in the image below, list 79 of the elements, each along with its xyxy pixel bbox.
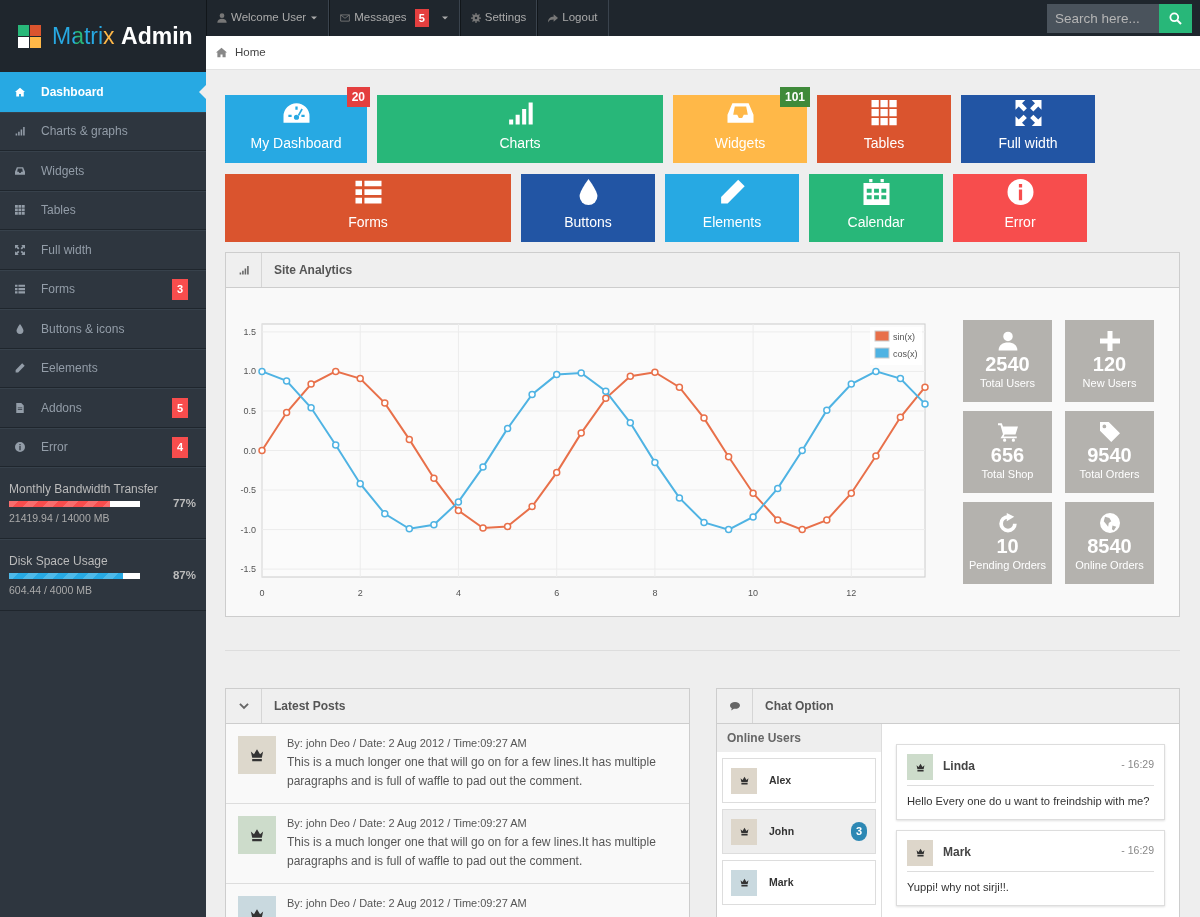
post-text: This is a much longer one that will go on for a few lines.It has multiple paragraphs and is full of waffle to pad out the comment. — [287, 834, 657, 870]
stat-label: New Users — [1082, 375, 1137, 391]
nav-tile[interactable]: Full width — [961, 95, 1095, 163]
tick-label: 1.5 — [243, 326, 256, 337]
legend-label: cos(x) — [893, 348, 918, 359]
notification-count: 3 — [850, 822, 867, 841]
sidebar-item[interactable]: Error 4 — [0, 427, 206, 467]
sidebar-item[interactable]: Addons 5 — [0, 388, 206, 428]
stat-value: 120 — [1092, 352, 1127, 375]
user-list-item[interactable]: Alex — [722, 758, 876, 803]
user-list-item[interactable]: John 3 — [722, 809, 876, 854]
stat-value: 8540 — [1087, 534, 1132, 557]
stat-value: 656 — [990, 443, 1025, 466]
sidebar-item[interactable]: Eelements — [0, 348, 206, 388]
notification-count: 4 — [171, 437, 188, 458]
meter-percent: 77% — [172, 495, 196, 511]
tick-label: 8 — [652, 588, 658, 598]
message-text: Hello Every one do u want to freindship with me? — [907, 794, 1151, 809]
notification-count: 101 — [779, 87, 810, 107]
nav-tile[interactable]: Forms — [225, 174, 511, 242]
post-text: This is a much longer one that will go on for a few lines.It has multiple paragraphs and is full of waffle to pad out the comment. — [287, 754, 657, 790]
tick-label: -1.5 — [240, 564, 256, 575]
nav-tile[interactable]: Charts — [377, 95, 663, 163]
tick-label: 0.5 — [243, 405, 256, 416]
stat-label: Online Orders — [1075, 557, 1144, 573]
search-field[interactable]: Search here... — [1047, 3, 1159, 33]
nav-tile[interactable]: Buttons — [521, 174, 655, 242]
meter-label: Monthly Bandwidth Transfer — [9, 481, 158, 498]
message-time: - 16:29 — [1121, 757, 1154, 772]
tick-label: 1.0 — [243, 366, 256, 377]
post-meta: By: john Deo / Date: 2 Aug 2012 / Time:09:27 AM — [287, 896, 527, 910]
notification-count: 5 — [171, 397, 188, 418]
stat-label: Pending Orders — [968, 557, 1046, 573]
message-author: Linda — [943, 758, 975, 775]
sidebar-item[interactable]: Charts & graphs — [0, 111, 206, 151]
notification-count: 3 — [171, 279, 188, 300]
tick-label: 6 — [554, 588, 560, 598]
notification-count: 5 — [414, 8, 429, 28]
meter-detail: 21419.94 / 14000 MB — [9, 511, 111, 526]
sidebar-item[interactable]: Dashboard — [0, 72, 206, 112]
meter-percent: 87% — [172, 567, 196, 583]
tick-label: 0 — [259, 588, 265, 598]
nav-tile[interactable]: Error — [953, 174, 1087, 242]
stat-value: 9540 — [1087, 443, 1132, 466]
post-meta: By: john Deo / Date: 2 Aug 2012 / Time:09:27 AM — [287, 736, 528, 750]
sidebar-item[interactable]: Tables — [0, 190, 206, 230]
message-author: Mark — [943, 843, 971, 861]
panel-title: Chat Option — [764, 698, 834, 715]
stat-label: Total Users — [980, 375, 1035, 391]
tick-label: 2 — [357, 588, 363, 598]
tick-label: -1.0 — [240, 524, 256, 535]
stat-label: Total Orders — [1079, 466, 1140, 482]
nav-tile[interactable]: Elements — [665, 174, 799, 242]
tick-label: 12 — [846, 588, 857, 598]
nav-tile[interactable]: Calendar — [809, 174, 943, 242]
user-list-item[interactable]: Mark — [722, 860, 876, 905]
message-text: Yuppi! why not sirji!!. — [907, 879, 1010, 895]
legend-label: sin(x) — [893, 331, 915, 342]
tick-label: 4 — [455, 588, 461, 598]
notification-count: 20 — [346, 87, 370, 107]
meter-detail: 604.44 / 4000 MB — [9, 582, 93, 598]
sidebar-item[interactable]: Forms 3 — [0, 269, 206, 309]
panel-title: Site Analytics — [273, 262, 353, 279]
breadcrumb-link[interactable]: Home — [235, 43, 266, 62]
meter-label: Disk Space Usage — [9, 552, 109, 570]
stat-value: 2540 — [985, 352, 1030, 375]
panel-title: Latest Posts — [273, 698, 346, 715]
sidebar-item[interactable]: Full width — [0, 230, 206, 270]
sidebar-item[interactable]: Buttons & icons — [0, 309, 206, 349]
post-meta: By: john Deo / Date: 2 Aug 2012 / Time:09:27 AM — [287, 816, 528, 830]
stat-label: Total Shop — [981, 466, 1034, 482]
message-time: - 16:29 — [1121, 842, 1154, 858]
nav-tile[interactable]: Tables — [817, 95, 951, 163]
tick-label: 0.0 — [243, 445, 256, 456]
tick-label: -0.5 — [240, 485, 256, 496]
sidebar-item[interactable]: Widgets — [0, 151, 206, 191]
tick-label: 10 — [748, 588, 759, 598]
stat-value: 10 — [996, 534, 1019, 557]
column-title: Online Users — [717, 724, 881, 752]
